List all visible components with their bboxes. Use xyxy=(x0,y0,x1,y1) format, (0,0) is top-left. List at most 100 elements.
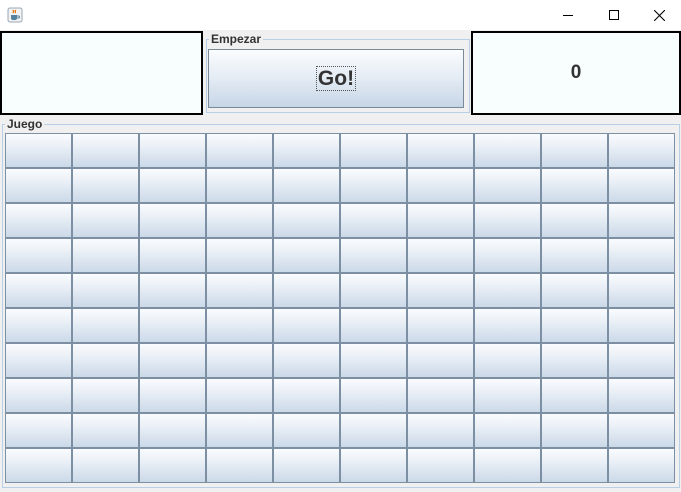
board-cell-button[interactable] xyxy=(139,133,206,168)
board-cell-button[interactable] xyxy=(541,203,608,238)
board-cell-button[interactable] xyxy=(474,308,541,343)
board-cell-button[interactable] xyxy=(72,203,139,238)
board-cell-button[interactable] xyxy=(474,203,541,238)
board-cell-button[interactable] xyxy=(5,378,72,413)
board-cell-button[interactable] xyxy=(407,308,474,343)
board-cell-button[interactable] xyxy=(273,168,340,203)
board-cell-button[interactable] xyxy=(139,168,206,203)
board-cell-button[interactable] xyxy=(407,448,474,483)
board-cell-button[interactable] xyxy=(206,238,273,273)
board-cell-button[interactable] xyxy=(407,413,474,448)
board-cell-button[interactable] xyxy=(608,168,675,203)
board-cell-button[interactable] xyxy=(407,203,474,238)
board-cell-button[interactable] xyxy=(407,238,474,273)
board-cell-button[interactable] xyxy=(541,168,608,203)
board-cell-button[interactable] xyxy=(541,343,608,378)
board-cell-button[interactable] xyxy=(407,168,474,203)
board-cell-button[interactable] xyxy=(72,308,139,343)
board-cell-button[interactable] xyxy=(474,238,541,273)
board-cell-button[interactable] xyxy=(608,448,675,483)
close-button[interactable] xyxy=(636,0,681,30)
board-cell-button[interactable] xyxy=(206,133,273,168)
board-cell-button[interactable] xyxy=(474,168,541,203)
board-cell-button[interactable] xyxy=(273,378,340,413)
board-cell-button[interactable] xyxy=(340,168,407,203)
board-cell-button[interactable] xyxy=(72,238,139,273)
board-cell-button[interactable] xyxy=(206,308,273,343)
board-cell-button[interactable] xyxy=(608,203,675,238)
board-cell-button[interactable] xyxy=(206,203,273,238)
board-cell-button[interactable] xyxy=(139,273,206,308)
board-cell-button[interactable] xyxy=(541,378,608,413)
board-cell-button[interactable] xyxy=(340,343,407,378)
board-cell-button[interactable] xyxy=(206,448,273,483)
board-cell-button[interactable] xyxy=(541,448,608,483)
board-cell-button[interactable] xyxy=(139,238,206,273)
board-cell-button[interactable] xyxy=(5,203,72,238)
board-cell-button[interactable] xyxy=(139,448,206,483)
board-cell-button[interactable] xyxy=(407,343,474,378)
board-cell-button[interactable] xyxy=(407,273,474,308)
board-cell-button[interactable] xyxy=(206,413,273,448)
minimize-button[interactable] xyxy=(545,0,591,30)
board-cell-button[interactable] xyxy=(5,133,72,168)
board-cell-button[interactable] xyxy=(5,168,72,203)
board-cell-button[interactable] xyxy=(474,133,541,168)
board-cell-button[interactable] xyxy=(5,308,72,343)
board-cell-button[interactable] xyxy=(5,413,72,448)
board-cell-button[interactable] xyxy=(72,448,139,483)
board-cell-button[interactable] xyxy=(206,343,273,378)
go-button[interactable]: Go! xyxy=(208,49,464,108)
board-cell-button[interactable] xyxy=(474,378,541,413)
board-cell-button[interactable] xyxy=(407,133,474,168)
board-cell-button[interactable] xyxy=(72,168,139,203)
board-cell-button[interactable] xyxy=(273,308,340,343)
board-cell-button[interactable] xyxy=(72,343,139,378)
board-cell-button[interactable] xyxy=(541,238,608,273)
board-cell-button[interactable] xyxy=(608,133,675,168)
board-cell-button[interactable] xyxy=(340,133,407,168)
board-cell-button[interactable] xyxy=(273,238,340,273)
board-cell-button[interactable] xyxy=(407,378,474,413)
board-cell-button[interactable] xyxy=(273,133,340,168)
maximize-button[interactable] xyxy=(591,0,637,30)
board-cell-button[interactable] xyxy=(273,448,340,483)
board-cell-button[interactable] xyxy=(72,273,139,308)
board-cell-button[interactable] xyxy=(340,413,407,448)
board-cell-button[interactable] xyxy=(206,168,273,203)
board-cell-button[interactable] xyxy=(541,413,608,448)
board-cell-button[interactable] xyxy=(5,448,72,483)
board-cell-button[interactable] xyxy=(139,308,206,343)
board-cell-button[interactable] xyxy=(474,343,541,378)
board-cell-button[interactable] xyxy=(340,273,407,308)
board-cell-button[interactable] xyxy=(608,343,675,378)
board-cell-button[interactable] xyxy=(5,343,72,378)
board-cell-button[interactable] xyxy=(273,413,340,448)
board-cell-button[interactable] xyxy=(5,273,72,308)
board-cell-button[interactable] xyxy=(608,413,675,448)
board-cell-button[interactable] xyxy=(273,203,340,238)
board-cell-button[interactable] xyxy=(206,378,273,413)
board-cell-button[interactable] xyxy=(541,308,608,343)
board-cell-button[interactable] xyxy=(340,203,407,238)
board-cell-button[interactable] xyxy=(139,413,206,448)
board-cell-button[interactable] xyxy=(608,308,675,343)
board-cell-button[interactable] xyxy=(340,378,407,413)
board-cell-button[interactable] xyxy=(206,273,273,308)
board-cell-button[interactable] xyxy=(139,343,206,378)
board-cell-button[interactable] xyxy=(139,378,206,413)
board-cell-button[interactable] xyxy=(139,203,206,238)
board-cell-button[interactable] xyxy=(72,413,139,448)
board-cell-button[interactable] xyxy=(541,273,608,308)
board-cell-button[interactable] xyxy=(340,308,407,343)
board-cell-button[interactable] xyxy=(340,448,407,483)
board-cell-button[interactable] xyxy=(5,238,72,273)
board-cell-button[interactable] xyxy=(474,413,541,448)
board-cell-button[interactable] xyxy=(474,273,541,308)
board-cell-button[interactable] xyxy=(340,238,407,273)
board-cell-button[interactable] xyxy=(273,273,340,308)
board-cell-button[interactable] xyxy=(608,273,675,308)
board-cell-button[interactable] xyxy=(608,238,675,273)
board-cell-button[interactable] xyxy=(72,378,139,413)
board-cell-button[interactable] xyxy=(273,343,340,378)
